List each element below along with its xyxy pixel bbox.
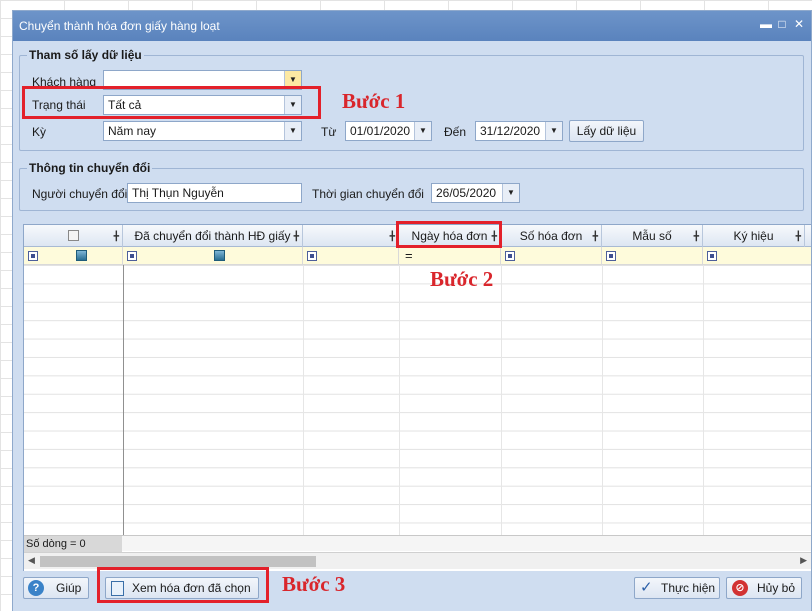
help-icon: ? [28, 580, 44, 596]
filter-cell[interactable] [303, 247, 399, 265]
title-bar: Chuyển thành hóa đơn giấy hàng loạt ▬ □ … [13, 11, 811, 41]
cancel-button-label: Hủy bỏ [757, 581, 796, 595]
from-date-picker[interactable]: 01/01/2020 ▼ [345, 121, 432, 141]
execute-button-label: Thực hiện [661, 581, 716, 595]
select-all-checkbox[interactable] [68, 230, 79, 241]
pin-icon[interactable]: ╋ [294, 225, 299, 247]
pin-icon[interactable]: ╋ [390, 225, 395, 247]
pin-icon[interactable]: ╋ [593, 225, 598, 247]
filter-operator-icon[interactable] [707, 251, 717, 261]
step3-highlight-box [97, 567, 269, 603]
step2-label: Bước 2 [430, 267, 494, 291]
scrollbar-thumb[interactable] [40, 556, 316, 567]
grid-column-select[interactable]: ╋ [24, 225, 123, 247]
maximize-icon[interactable]: □ [775, 17, 789, 31]
grid-column-converted[interactable]: Đã chuyển đổi thành HĐ giấy ╋ [123, 225, 303, 247]
help-button[interactable]: ? Giúp [23, 577, 89, 599]
filter-cell[interactable] [24, 247, 123, 265]
execute-button[interactable]: ✓ Thực hiện [634, 577, 720, 599]
checkbox-filter-icon[interactable] [214, 250, 225, 261]
help-button-label: Giúp [56, 581, 82, 595]
filter-cell[interactable] [501, 247, 602, 265]
filter-operator-icon[interactable] [307, 251, 317, 261]
filter-operator-icon[interactable] [505, 251, 515, 261]
converter-label: Người chuyển đổi [32, 187, 128, 201]
grid-empty-rows [24, 265, 811, 535]
chevron-down-icon[interactable]: ▼ [545, 122, 562, 140]
grid-filter-row[interactable]: = [24, 247, 811, 265]
filter-cell[interactable]: = [399, 247, 501, 265]
cancel-icon: ⊘ [732, 580, 748, 596]
step2-highlight-box [396, 221, 502, 248]
chevron-down-icon[interactable]: ▼ [284, 122, 301, 140]
filter-operator-icon[interactable] [28, 251, 38, 261]
column-header-label: Số hóa đơn [519, 229, 583, 243]
grid-footer-row: Số dòng = 0 [24, 535, 811, 552]
pin-icon[interactable]: ╋ [694, 225, 699, 247]
convert-time-picker[interactable]: 26/05/2020 ▼ [431, 183, 520, 203]
row-count: Số dòng = 0 [24, 536, 122, 552]
converter-value: Thị Thụn Nguyễn [132, 186, 224, 200]
chevron-down-icon[interactable]: ▼ [502, 184, 519, 202]
scroll-left-icon[interactable]: ◀ [28, 555, 35, 566]
params-group-title: Tham số lấy dữ liệu [27, 48, 144, 62]
cancel-button[interactable]: ⊘ Hủy bỏ [726, 577, 802, 599]
column-divider [703, 265, 704, 535]
filter-operator-icon[interactable] [127, 251, 137, 261]
pin-icon[interactable]: ╋ [796, 225, 801, 247]
period-value: Năm nay [108, 124, 157, 138]
grid-column-form[interactable]: Mẫu số ╋ [602, 225, 703, 247]
check-icon: ✓ [640, 579, 653, 596]
to-label: Đến [444, 125, 467, 139]
converter-field[interactable]: Thị Thụn Nguyễn [127, 183, 302, 203]
to-date-value: 31/12/2020 [480, 124, 541, 138]
grid-column-invoice-number[interactable]: Số hóa đơn ╋ [501, 225, 602, 247]
pin-icon[interactable]: ╋ [114, 225, 119, 247]
from-label: Từ [321, 125, 337, 139]
grid-column-symbol[interactable]: Ký hiệu ╋ [703, 225, 805, 247]
period-label: Kỳ [32, 125, 47, 139]
window-title: Chuyển thành hóa đơn giấy hàng loạt [19, 19, 220, 33]
to-date-picker[interactable]: 31/12/2020 ▼ [475, 121, 563, 141]
convert-time-value: 26/05/2020 [436, 186, 497, 200]
close-icon[interactable]: ✕ [792, 17, 806, 31]
chevron-down-icon[interactable]: ▼ [414, 122, 431, 140]
column-divider [399, 265, 400, 535]
step3-label: Bước 3 [282, 572, 346, 596]
column-header-label: Đã chuyển đổi thành HĐ giấy [134, 229, 291, 243]
filter-cell[interactable] [602, 247, 703, 265]
column-divider [123, 265, 124, 535]
scroll-right-icon[interactable]: ▶ [800, 555, 807, 566]
from-date-value: 01/01/2020 [350, 124, 411, 138]
checkbox-filter-icon[interactable] [76, 250, 87, 261]
invoice-grid[interactable]: ╋ Đã chuyển đổi thành HĐ giấy ╋ ╋ Ngày h… [23, 224, 812, 577]
column-divider [501, 265, 502, 535]
column-header-label: Ký hiệu [733, 229, 774, 243]
filter-operator-icon[interactable] [606, 251, 616, 261]
convert-info-group-title: Thông tin chuyển đổi [27, 161, 153, 175]
column-header-label: Mẫu số [632, 229, 672, 243]
filter-equals-icon[interactable]: = [405, 247, 413, 265]
grid-column-blank[interactable]: ╋ [303, 225, 399, 247]
filter-cell[interactable] [703, 247, 811, 265]
minimize-icon[interactable]: ▬ [759, 17, 773, 31]
column-divider [303, 265, 304, 535]
convert-time-label: Thời gian chuyển đổi [312, 187, 424, 201]
period-combo[interactable]: Năm nay ▼ [103, 121, 302, 141]
step1-label: Bước 1 [342, 89, 406, 113]
column-divider [602, 265, 603, 535]
fetch-data-button[interactable]: Lấy dữ liệu [569, 120, 644, 142]
filter-cell[interactable] [123, 247, 303, 265]
step1-highlight-box [22, 86, 321, 119]
